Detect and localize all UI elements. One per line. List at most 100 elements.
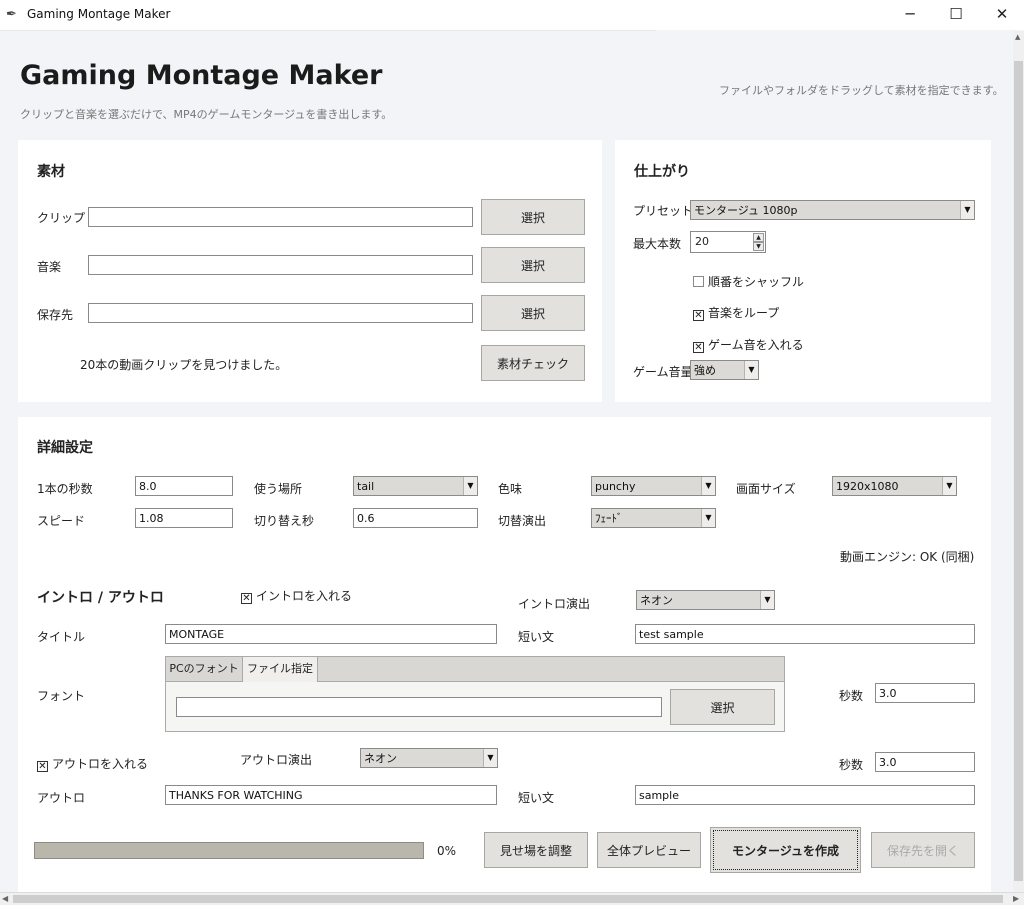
finish-card: 仕上がり プリセット モンタージュ 1080p ▼ 最大本数 20 ▲ ▼ 順番… bbox=[615, 140, 991, 402]
drag-hint: ファイルやフォルダをドラッグして素材を指定できます。 bbox=[719, 84, 1004, 97]
use-position-select[interactable]: tail ▼ bbox=[353, 476, 478, 496]
output-input[interactable] bbox=[88, 303, 473, 323]
intro-effect-select[interactable]: ネオン ▼ bbox=[636, 590, 775, 610]
close-button[interactable]: ✕ bbox=[979, 0, 1024, 30]
chevron-down-icon: ▼ bbox=[760, 591, 774, 609]
outro-effect-label: アウトロ演出 bbox=[240, 753, 313, 767]
screen-size-select[interactable]: 1920x1080 ▼ bbox=[832, 476, 957, 496]
vertical-scrollbar[interactable]: ▲ bbox=[1013, 31, 1024, 892]
music-select-button[interactable]: 選択 bbox=[481, 247, 585, 283]
intro-outro-title: イントロ / アウトロ bbox=[37, 590, 164, 606]
shuffle-label: 順番をシャッフル bbox=[708, 275, 805, 289]
scroll-left-icon[interactable]: ◀ bbox=[2, 894, 8, 903]
adjust-highlights-button[interactable]: 見せ場を調整 bbox=[484, 832, 588, 868]
use-position-label: 使う場所 bbox=[254, 482, 303, 496]
speed-label: スピード bbox=[37, 514, 86, 528]
transition-select[interactable]: ﾌｪｰﾄﾞ ▼ bbox=[591, 508, 716, 528]
materials-card: 素材 クリップ 選択 音楽 選択 保存先 選択 20本の動画クリップを見つけまし… bbox=[18, 140, 602, 402]
outro-effect-value: ネオン bbox=[364, 752, 397, 765]
output-label: 保存先 bbox=[37, 308, 74, 322]
preset-value: モンタージュ 1080p bbox=[694, 204, 798, 217]
finish-title: 仕上がり bbox=[634, 164, 690, 180]
full-preview-button[interactable]: 全体プレビュー bbox=[597, 832, 701, 868]
scroll-up-icon[interactable]: ▲ bbox=[1015, 33, 1020, 41]
hscroll-thumb[interactable] bbox=[13, 895, 1003, 903]
color-select[interactable]: punchy ▼ bbox=[591, 476, 716, 496]
clip-seconds-label: 1本の秒数 bbox=[37, 482, 93, 496]
spin-up-icon[interactable]: ▲ bbox=[753, 233, 764, 242]
window-titlebar: ✒ Gaming Montage Maker ─ ☐ ✕ bbox=[0, 0, 1024, 30]
intro-effect-label: イントロ演出 bbox=[518, 597, 591, 611]
shuffle-checkbox[interactable]: 順番をシャッフル bbox=[693, 273, 804, 290]
tab-pc-font[interactable]: PCのフォント bbox=[166, 657, 242, 681]
outro-seconds-label: 秒数 bbox=[839, 758, 864, 772]
outro-short-input[interactable]: sample bbox=[635, 785, 975, 805]
intro-title-label: タイトル bbox=[37, 630, 86, 644]
checkbox-checked-icon: ✕ bbox=[693, 310, 704, 321]
horizontal-scrollbar[interactable]: ◀ ▶ bbox=[0, 892, 1024, 905]
max-count-label: 最大本数 bbox=[633, 237, 682, 251]
progress-bar bbox=[34, 842, 424, 859]
intro-seconds-input[interactable]: 3.0 bbox=[875, 683, 975, 703]
chevron-down-icon: ▼ bbox=[483, 749, 497, 767]
transition-label: 切替演出 bbox=[498, 514, 547, 528]
loop-music-checkbox[interactable]: ✕ 音楽をループ bbox=[693, 304, 779, 321]
chevron-down-icon: ▼ bbox=[744, 361, 758, 379]
intro-include-label: イントロを入れる bbox=[256, 589, 353, 603]
color-value: punchy bbox=[595, 480, 636, 493]
engine-status: 動画エンジン: OK (同梱) bbox=[840, 550, 975, 564]
detail-title: 詳細設定 bbox=[37, 440, 93, 456]
clip-label: クリップ bbox=[37, 211, 86, 225]
game-audio-checkbox[interactable]: ✕ ゲーム音を入れる bbox=[693, 336, 804, 353]
clip-seconds-input[interactable]: 8.0 bbox=[135, 476, 233, 496]
screen-size-label: 画面サイズ bbox=[736, 482, 796, 496]
maximize-button[interactable]: ☐ bbox=[933, 0, 979, 30]
intro-seconds-label: 秒数 bbox=[839, 689, 864, 703]
create-montage-button[interactable]: モンタージュを作成 bbox=[710, 827, 861, 873]
outro-effect-select[interactable]: ネオン ▼ bbox=[360, 748, 498, 768]
chevron-down-icon: ▼ bbox=[960, 201, 974, 219]
scroll-right-icon[interactable]: ▶ bbox=[1013, 894, 1019, 903]
check-materials-button[interactable]: 素材チェック bbox=[481, 345, 585, 381]
clip-input[interactable] bbox=[88, 207, 473, 227]
switch-seconds-label: 切り替え秒 bbox=[254, 514, 315, 528]
color-label: 色味 bbox=[498, 482, 523, 496]
checkbox-checked-icon: ✕ bbox=[693, 342, 704, 353]
output-select-button[interactable]: 選択 bbox=[481, 295, 585, 331]
intro-short-label: 短い文 bbox=[518, 630, 555, 644]
scroll-thumb[interactable] bbox=[1014, 61, 1023, 881]
spin-down-icon[interactable]: ▼ bbox=[753, 242, 764, 251]
music-input[interactable] bbox=[88, 255, 473, 275]
outro-include-label: アウトロを入れる bbox=[52, 757, 149, 771]
intro-include-checkbox[interactable]: ✕ イントロを入れる bbox=[241, 587, 352, 604]
screen-size-value: 1920x1080 bbox=[836, 480, 899, 493]
minimize-button[interactable]: ─ bbox=[887, 0, 933, 30]
checkbox-empty-icon bbox=[693, 276, 704, 287]
max-count-spinbox[interactable]: 20 ▲ ▼ bbox=[690, 231, 766, 253]
game-audio-label: ゲーム音を入れる bbox=[708, 338, 804, 352]
font-select-button[interactable]: 選択 bbox=[670, 689, 775, 725]
intro-title-input[interactable]: MONTAGE bbox=[165, 624, 497, 644]
materials-status: 20本の動画クリップを見つけました。 bbox=[80, 358, 288, 372]
preset-select[interactable]: モンタージュ 1080p ▼ bbox=[690, 200, 975, 220]
outro-seconds-input[interactable]: 3.0 bbox=[875, 752, 975, 772]
switch-seconds-input[interactable]: 0.6 bbox=[353, 508, 478, 528]
checkbox-checked-icon: ✕ bbox=[37, 761, 48, 772]
feather-icon: ✒ bbox=[6, 7, 17, 22]
game-volume-select[interactable]: 強め ▼ bbox=[690, 360, 759, 380]
open-output-button[interactable]: 保存先を開く bbox=[871, 832, 975, 868]
materials-title: 素材 bbox=[37, 164, 65, 180]
chevron-down-icon: ▼ bbox=[942, 477, 956, 495]
game-volume-label: ゲーム音量 bbox=[633, 365, 693, 379]
font-path-input[interactable] bbox=[176, 697, 662, 717]
preset-label: プリセット bbox=[633, 204, 694, 218]
tab-font-file[interactable]: ファイル指定 bbox=[242, 657, 318, 682]
progress-text: 0% bbox=[437, 844, 457, 858]
intro-effect-value: ネオン bbox=[640, 594, 673, 607]
outro-text-label: アウトロ bbox=[37, 791, 86, 805]
clip-select-button[interactable]: 選択 bbox=[481, 199, 585, 235]
intro-short-input[interactable]: test sample bbox=[635, 624, 975, 644]
outro-text-input[interactable]: THANKS FOR WATCHING bbox=[165, 785, 497, 805]
outro-include-checkbox[interactable]: ✕ アウトロを入れる bbox=[37, 755, 148, 772]
speed-input[interactable]: 1.08 bbox=[135, 508, 233, 528]
